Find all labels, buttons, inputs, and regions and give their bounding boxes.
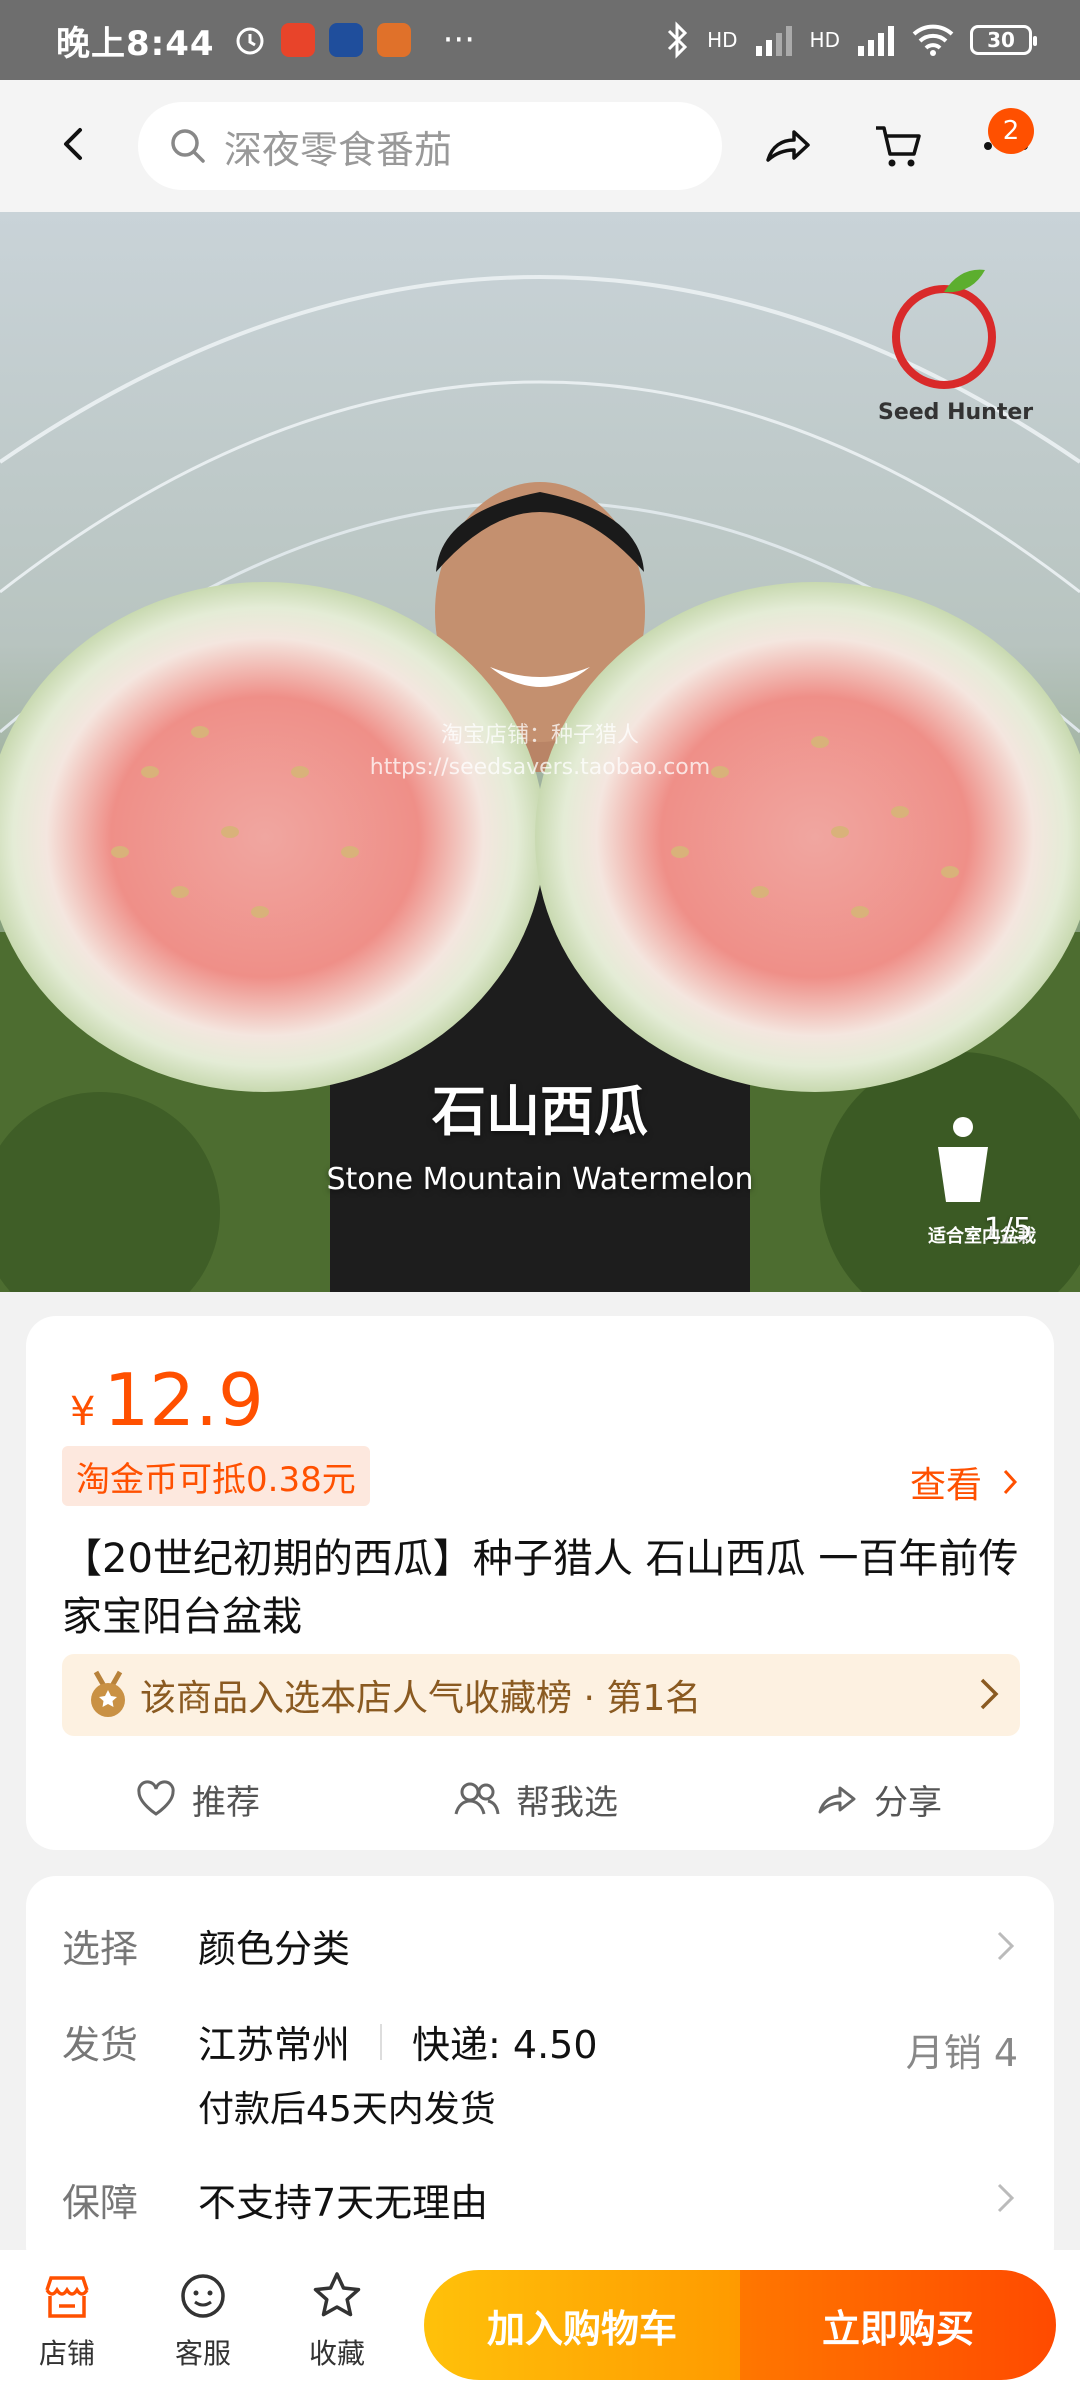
select-value: 颜色分类 bbox=[198, 1927, 351, 1971]
battery-level: 30 bbox=[987, 28, 1015, 52]
guarantee-label: 保障 bbox=[62, 2181, 139, 2225]
popularity-rank-bar[interactable]: 该商品入选本店人气收藏榜 · 第1名 bbox=[62, 1654, 1020, 1736]
share-label: 分享 bbox=[874, 1782, 942, 1823]
guarantee-row[interactable]: 保障 不支持7天无理由 bbox=[62, 2172, 488, 2227]
image-counter: 1/5 bbox=[983, 1212, 1032, 1247]
battery-indicator: 30 bbox=[970, 25, 1037, 55]
guarantee-value: 不支持7天无理由 bbox=[198, 2181, 489, 2225]
more-notifications: ··· bbox=[442, 20, 476, 60]
chevron-right-icon bbox=[1003, 1469, 1018, 1495]
store-label: 店铺 bbox=[38, 2337, 95, 2370]
ship-label: 发货 bbox=[62, 2023, 139, 2067]
signal-icon bbox=[755, 26, 792, 56]
product-title: 【20世纪初期的西瓜】种子猎人 石山西瓜 一百年前传家宝阳台盆栽 bbox=[62, 1536, 1019, 1640]
clock: 晚上8:44 bbox=[56, 23, 215, 64]
cart-icon[interactable] bbox=[872, 120, 924, 172]
view-label: 查看 bbox=[909, 1465, 982, 1506]
image-caption-english: Stone Mountain Watermelon bbox=[326, 1162, 754, 1197]
favorite-label: 收藏 bbox=[308, 2337, 365, 2370]
chat-icon bbox=[181, 2274, 225, 2318]
favorite-tab[interactable]: 收藏 bbox=[282, 2268, 392, 2372]
currency-symbol: ¥ bbox=[70, 1389, 96, 1435]
star-icon bbox=[313, 2272, 361, 2317]
bluetooth-icon bbox=[668, 21, 688, 59]
monthly-sales: 月销 4 bbox=[905, 2031, 1018, 2075]
price: ¥ 12.9 bbox=[70, 1358, 264, 1442]
network-label-1: HD bbox=[707, 28, 738, 52]
watermark-line-1: 淘宝店铺：种子猎人 bbox=[440, 723, 639, 748]
recommend-button[interactable]: 推荐 bbox=[136, 1775, 260, 1824]
product-actions: 推荐 帮我选 分享 bbox=[26, 1764, 1054, 1834]
ship-time: 付款后45天内发货 bbox=[198, 2089, 496, 2130]
store-tab[interactable]: 店铺 bbox=[12, 2268, 122, 2372]
bottom-action-bar: 店铺 客服 收藏 加入购物车 立即购买 bbox=[0, 2250, 1080, 2400]
status-bar: 晚上8:44 ··· HD HD 30 bbox=[0, 0, 1080, 80]
search-icon bbox=[171, 129, 205, 163]
network-label-2: HD bbox=[809, 28, 840, 52]
share-action-button[interactable]: 分享 bbox=[816, 1775, 942, 1824]
chevron-right-icon bbox=[980, 1678, 999, 1710]
separator bbox=[380, 2023, 383, 2060]
product-info-card: ¥ 12.9 淘金币可抵0.38元 查看 【20世纪初期的西瓜】种子猎人 石山西… bbox=[26, 1316, 1054, 1850]
brand-logo-text: Seed Hunter bbox=[878, 400, 1034, 425]
top-nav-bar: 深夜零食番茄 2 bbox=[0, 80, 1080, 212]
image-caption-chinese: 石山西瓜 bbox=[432, 1080, 648, 1143]
product-image-carousel[interactable]: Seed Hunter 淘宝店铺：种子猎人 https://seedsavers… bbox=[0, 212, 1080, 1292]
chevron-right-icon[interactable] bbox=[994, 1928, 1018, 1964]
select-option-row[interactable]: 选择 颜色分类 bbox=[62, 1918, 350, 1973]
view-link[interactable]: 查看 bbox=[910, 1456, 1018, 1508]
wifi-icon bbox=[912, 24, 954, 56]
ship-fee: 快递: 4.50 bbox=[412, 2023, 598, 2067]
notification-icons: ··· bbox=[233, 20, 475, 60]
app-icon-red bbox=[280, 23, 315, 57]
heart-icon bbox=[137, 1780, 175, 1816]
coin-discount-tag: 淘金币可抵0.38元 bbox=[62, 1446, 370, 1506]
share-icon[interactable] bbox=[762, 120, 814, 172]
search-placeholder: 深夜零食番茄 bbox=[224, 127, 453, 172]
app-icon-orange bbox=[376, 23, 411, 57]
cart-count-badge: 2 bbox=[988, 108, 1034, 154]
medal-icon bbox=[91, 1670, 125, 1717]
rank-text: 该商品入选本店人气收藏榜 · 第1名 bbox=[140, 1678, 702, 1719]
spec-card: 选择 颜色分类 发货 江苏常州 快递: 4.50 月销 4 付款后45天内发货 … bbox=[26, 1876, 1054, 2276]
watermark-line-2: https://seedsavers.taobao.com bbox=[369, 755, 711, 780]
back-arrow-icon[interactable] bbox=[54, 124, 94, 164]
share-icon bbox=[818, 1786, 856, 1814]
select-label: 选择 bbox=[62, 1927, 139, 1971]
buy-now-button[interactable]: 立即购买 bbox=[740, 2270, 1056, 2380]
alarm-icon bbox=[236, 27, 264, 55]
price-value: 12.9 bbox=[103, 1358, 264, 1442]
image-watermark: 淘宝店铺：种子猎人 https://seedsavers.taobao.com bbox=[0, 720, 1080, 784]
chevron-right-icon[interactable] bbox=[994, 2180, 1018, 2216]
customer-service-tab[interactable]: 客服 bbox=[148, 2268, 258, 2372]
ship-origin: 江苏常州 bbox=[198, 2023, 351, 2067]
add-to-cart-button[interactable]: 加入购物车 bbox=[424, 2270, 740, 2380]
people-icon bbox=[454, 1782, 500, 1815]
service-label: 客服 bbox=[174, 2337, 231, 2370]
signal-icon-2 bbox=[858, 26, 894, 56]
app-icon-blue bbox=[328, 23, 363, 57]
recommend-label: 推荐 bbox=[192, 1782, 260, 1823]
search-input[interactable]: 深夜零食番茄 bbox=[138, 102, 722, 190]
shipping-row: 发货 江苏常州 快递: 4.50 bbox=[62, 2014, 598, 2069]
help-choose-label: 帮我选 bbox=[516, 1782, 618, 1823]
help-choose-button[interactable]: 帮我选 bbox=[454, 1775, 618, 1824]
ship-time-row: 付款后45天内发货 bbox=[198, 2080, 496, 2132]
store-icon bbox=[45, 2276, 89, 2318]
